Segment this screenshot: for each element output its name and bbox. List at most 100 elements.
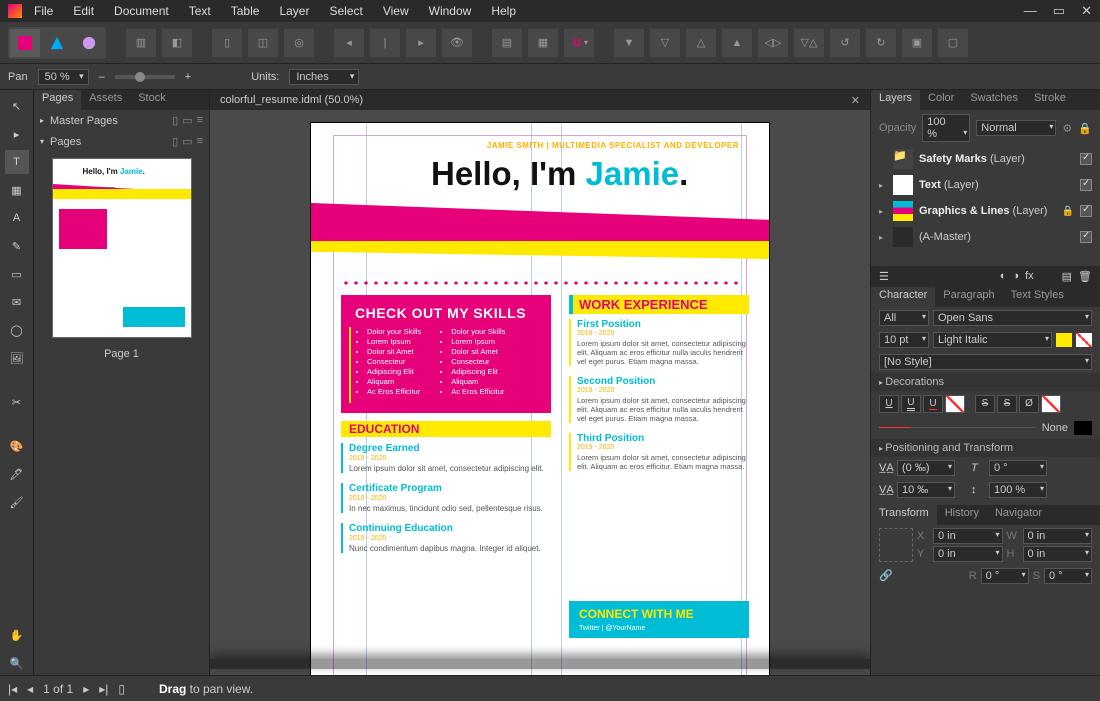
group-icon[interactable]: ▣ — [902, 29, 932, 57]
single-view-icon[interactable]: ▯ — [172, 114, 178, 127]
facing-view-icon[interactable]: ▭ — [182, 135, 192, 148]
layer-opts-icon[interactable]: ☰ — [879, 270, 889, 283]
fwd-one-icon[interactable]: △ — [686, 29, 716, 57]
canvas[interactable]: JAMIE SMITH | MULTIMEDIA SPECIALIST AND … — [210, 110, 870, 675]
ellipse-tool-icon[interactable]: ◯ — [5, 318, 29, 342]
open-icon[interactable]: ▥ — [126, 29, 156, 57]
frame-text-icon[interactable]: ▯ — [212, 29, 242, 57]
lock-icon[interactable]: 🔒 — [1062, 206, 1074, 217]
transform-w-field[interactable]: 0 in — [1023, 528, 1093, 544]
prev-spread-icon[interactable]: ◂ — [27, 682, 33, 696]
menu-edit[interactable]: Edit — [73, 4, 94, 18]
publisher-persona-icon[interactable] — [10, 29, 40, 57]
page-thumbnail[interactable]: Hello, I'm Jamie. — [52, 158, 192, 338]
expand-icon[interactable]: ▸ — [879, 181, 887, 190]
node-tool-icon[interactable]: ▸ — [5, 122, 29, 146]
guides-icon[interactable]: ▦ — [528, 29, 558, 57]
rotate-cw-icon[interactable]: ↻ — [866, 29, 896, 57]
last-spread-icon[interactable]: ▸| — [99, 682, 108, 696]
kerning-field[interactable]: (0 ‰) — [897, 460, 955, 476]
menu-document[interactable]: Document — [114, 4, 169, 18]
pen-tool-icon[interactable]: ✎ — [5, 234, 29, 258]
color-picker-tool-icon[interactable]: 🎨 — [5, 434, 29, 458]
expand-masters-icon[interactable]: ▸ — [40, 116, 44, 125]
tab-transform[interactable]: Transform — [871, 505, 937, 525]
tab-swatches[interactable]: Swatches — [962, 90, 1026, 110]
panel-menu-icon[interactable]: ≡ — [197, 114, 203, 127]
pos-transform-header[interactable]: Positioning and Transform — [871, 439, 1100, 457]
brush-tool-icon[interactable]: 🖌 — [5, 490, 29, 514]
snapping-icon[interactable]: ▾ — [564, 29, 594, 57]
mask-icon[interactable]: ◐ — [1000, 270, 1007, 282]
frame-text-tool-icon[interactable]: T — [5, 150, 29, 174]
strike-icon[interactable]: S — [975, 395, 995, 413]
tab-character[interactable]: Character — [871, 287, 935, 307]
ungroup-icon[interactable]: ▢ — [938, 29, 968, 57]
shear-field[interactable]: 0 ° — [989, 460, 1047, 476]
zoom-slider[interactable] — [115, 75, 175, 79]
flip-v-icon[interactable]: ▽△ — [794, 29, 824, 57]
fill-swatch[interactable] — [1056, 333, 1072, 347]
place-image-tool-icon[interactable]: 🖼 — [5, 346, 29, 370]
expand-pages-icon[interactable]: ▾ — [40, 137, 44, 146]
move-front-icon[interactable]: ▲ — [722, 29, 752, 57]
expand-icon[interactable]: ▸ — [879, 233, 887, 242]
hand-tool-icon[interactable]: ✋ — [5, 623, 29, 647]
table-tool-icon[interactable]: ▦ — [5, 178, 29, 202]
designer-persona-icon[interactable] — [42, 29, 72, 57]
rotate-ccw-icon[interactable]: ↺ — [830, 29, 860, 57]
no-underline-icon[interactable] — [945, 395, 965, 413]
menu-layer[interactable]: Layer — [279, 4, 309, 18]
menu-file[interactable]: File — [34, 4, 53, 18]
tab-color[interactable]: Color — [920, 90, 962, 110]
stroke-swatch[interactable] — [1076, 333, 1092, 347]
units-field[interactable]: Inches — [289, 69, 359, 85]
baseline-icon[interactable]: ▤ — [492, 29, 522, 57]
back-one-icon[interactable]: ▽ — [650, 29, 680, 57]
fx-icon[interactable]: fx — [1025, 270, 1034, 282]
align-right-icon[interactable]: ▸ — [406, 29, 436, 57]
crop-tool-icon[interactable]: ✂ — [5, 390, 29, 414]
blend-mode-field[interactable]: Normal — [976, 120, 1056, 136]
transform-y-field[interactable]: 0 in — [933, 546, 1003, 562]
zoom-tool-icon[interactable]: 🔍 — [5, 651, 29, 675]
menu-window[interactable]: Window — [429, 4, 472, 18]
font-size-field[interactable]: 10 pt — [879, 332, 929, 348]
document-tab-title[interactable]: colorful_resume.idml (50.0%) — [220, 94, 363, 106]
hscale-field[interactable]: 100 % — [989, 482, 1047, 498]
photo-persona-icon[interactable] — [74, 29, 104, 57]
window-close-icon[interactable]: ✕ — [1081, 3, 1092, 19]
visibility-checkbox[interactable] — [1080, 205, 1092, 217]
single-view-icon[interactable]: ▯ — [172, 135, 178, 148]
frame-picture-icon[interactable]: ◫ — [248, 29, 278, 57]
zoom-field[interactable]: 50 % — [38, 69, 89, 85]
move-tool-icon[interactable]: ↖ — [5, 94, 29, 118]
zoom-minus-icon[interactable]: – — [99, 71, 105, 83]
align-hcenter-icon[interactable]: | — [370, 29, 400, 57]
preview-icon[interactable]: 👁 — [442, 29, 472, 57]
rectangle-tool-icon[interactable]: ▭ — [5, 262, 29, 286]
move-back-icon[interactable]: ▼ — [614, 29, 644, 57]
menu-select[interactable]: Select — [329, 4, 362, 18]
add-layer-icon[interactable]: ▤ — [1062, 270, 1072, 283]
lock-toggle-icon[interactable]: 🔒 — [1078, 122, 1092, 135]
first-spread-icon[interactable]: |◂ — [8, 682, 17, 696]
no-strike-icon[interactable] — [1041, 395, 1061, 413]
layer-row[interactable]: ▸ Graphics & Lines (Layer) 🔒 — [871, 198, 1100, 224]
tab-text-styles[interactable]: Text Styles — [1003, 287, 1072, 307]
font-style-field[interactable]: Light Italic — [933, 332, 1052, 348]
opacity-field[interactable]: 100 % — [922, 114, 970, 142]
anchor-selector[interactable] — [879, 528, 913, 562]
eyedropper-tool-icon[interactable]: 🖋 — [5, 462, 29, 486]
tab-assets[interactable]: Assets — [81, 90, 130, 110]
adjust-icon[interactable]: ◑ — [1012, 270, 1019, 282]
color-underline-icon[interactable]: U — [923, 395, 943, 413]
strike3-icon[interactable]: Ø — [1019, 395, 1039, 413]
picture-frame-tool-icon[interactable]: ✉ — [5, 290, 29, 314]
transform-r-field[interactable]: 0 ° — [981, 568, 1029, 584]
menu-view[interactable]: View — [383, 4, 409, 18]
facing-view-icon[interactable]: ▭ — [182, 114, 192, 127]
flip-h-icon[interactable]: ◁▷ — [758, 29, 788, 57]
expand-icon[interactable]: ▸ — [879, 207, 887, 216]
layer-row[interactable]: 📁 Safety Marks (Layer) — [871, 146, 1100, 172]
